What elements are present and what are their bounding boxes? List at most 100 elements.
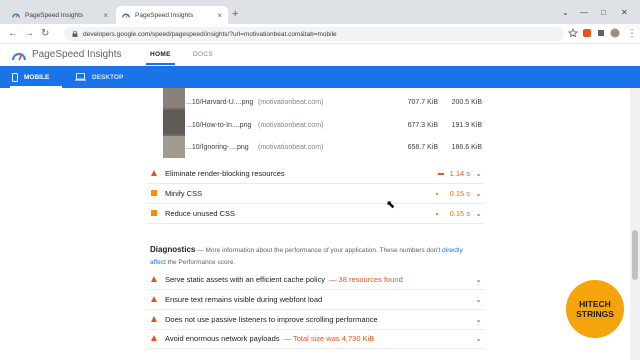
close-tab-icon[interactable]: × <box>217 11 222 20</box>
audit-detail: — 38 resources found <box>328 275 403 284</box>
audit-value: 0.15 s <box>449 209 470 218</box>
image-url: ...10/Harvard-U....png <box>186 98 254 106</box>
address-bar[interactable]: developers.google.com/speed/pagespeed/in… <box>64 27 564 41</box>
image-thumbnail <box>163 136 185 158</box>
chevron-down-icon[interactable]: ⌄ <box>475 169 482 178</box>
image-row: ...10/How-to-In....png (motivationbeat.c… <box>186 115 486 135</box>
audit-minify-css[interactable]: Minify CSS 0.15 s ⌄ <box>147 184 484 204</box>
logo-line-2: STRINGS <box>576 309 614 319</box>
image-row: ...10/Harvard-U....png (motivationbeat.c… <box>186 92 486 112</box>
back-icon[interactable]: ← <box>8 28 18 39</box>
average-square-icon <box>151 189 161 198</box>
fail-triangle-icon <box>151 295 161 304</box>
minimize-icon[interactable]: — <box>580 8 588 17</box>
audit-webfont[interactable]: Ensure text remains visible during webfo… <box>147 290 484 310</box>
audit-value: 1.14 s <box>449 169 470 178</box>
audit-label: Eliminate render-blocking resources <box>165 169 285 178</box>
fail-triangle-icon <box>151 315 161 324</box>
fail-triangle-icon <box>151 169 161 178</box>
new-tab-icon[interactable]: + <box>232 8 238 20</box>
tab-mobile-label: MOBILE <box>24 73 50 81</box>
audit-label: Does not use passive listeners to improv… <box>165 315 378 324</box>
browser-tab-strip: PageSpeed Insights × PageSpeed Insights … <box>0 0 640 24</box>
channel-logo: HITECH STRINGS <box>566 280 624 338</box>
image-thumbnail <box>163 88 185 108</box>
pagespeed-logo-icon <box>12 52 26 61</box>
audit-label: Minify CSS <box>165 189 203 198</box>
image-row: ...10/Ignoring-....png (motivationbeat.c… <box>186 137 486 157</box>
image-url: ...10/How-to-In....png <box>186 121 252 129</box>
puzzle-icon[interactable] <box>596 28 606 38</box>
forward-icon[interactable]: → <box>24 28 34 39</box>
fail-triangle-icon <box>151 334 161 343</box>
nav-home[interactable]: HOME <box>146 51 175 65</box>
diagnostics-desc-suffix: the Performance score. <box>165 259 236 266</box>
audit-network-payloads[interactable]: Avoid enormous network payloads — Total … <box>147 329 484 349</box>
tab-mobile[interactable]: MOBILE <box>10 66 62 88</box>
extension-icon[interactable] <box>582 28 592 38</box>
image-savings: 186.6 KiB <box>451 143 482 151</box>
audit-unused-css[interactable]: Reduce unused CSS 0.15 s ⌄ <box>147 204 484 224</box>
chevron-down-icon[interactable]: ⌄ <box>475 315 482 324</box>
audit-label: Reduce unused CSS <box>165 209 236 218</box>
image-savings: 191.9 KiB <box>451 121 482 129</box>
chevron-down-icon[interactable]: ⌄ <box>475 209 482 218</box>
image-size: 658.7 KiB <box>407 143 438 151</box>
chevron-down-icon[interactable]: ⌄ <box>475 334 482 343</box>
pagespeed-favicon-icon <box>122 13 130 18</box>
mouse-cursor-icon: ⬉ <box>386 199 396 211</box>
smartphone-icon <box>12 72 18 82</box>
audit-cache-policy[interactable]: Serve static assets with an efficient ca… <box>147 270 484 290</box>
pagespeed-favicon-icon <box>12 13 20 18</box>
average-square-icon <box>151 209 161 218</box>
audit-render-blocking[interactable]: Eliminate render-blocking resources 1.14… <box>147 164 484 184</box>
diagnostics-desc-prefix: — More information about the performance… <box>195 247 443 254</box>
star-icon[interactable] <box>568 28 578 38</box>
scrollbar[interactable] <box>630 88 640 360</box>
savings-bar <box>438 173 444 175</box>
device-tabs-bar: MOBILE DESKTOP <box>0 66 640 88</box>
audit-label: Avoid enormous network payloads <box>165 334 280 343</box>
savings-bar <box>436 213 438 215</box>
chevron-down-icon[interactable]: ⌄ <box>475 275 482 284</box>
audit-detail: — Total size was 4,730 KiB <box>283 334 375 343</box>
diagnostics-description: Diagnostics — More information about the… <box>150 244 480 269</box>
logo-line-1: HITECH <box>579 299 611 309</box>
lock-icon <box>72 31 78 37</box>
audit-label: Serve static assets with an efficient ca… <box>165 275 325 284</box>
menu-icon[interactable]: ⋮ <box>627 28 637 39</box>
audit-label: Ensure text remains visible during webfo… <box>165 295 323 304</box>
close-tab-icon[interactable]: × <box>103 11 108 20</box>
browser-tab-title: PageSpeed Insights <box>25 11 84 19</box>
savings-bar <box>436 193 438 195</box>
nav-docs[interactable]: DOCS <box>193 51 213 58</box>
chevron-down-icon[interactable]: ⌄ <box>475 189 482 198</box>
browser-toolbar: ← → ↻ developers.google.com/speed/pagesp… <box>0 24 640 44</box>
chevron-down-icon[interactable]: ⌄ <box>475 295 482 304</box>
tab-search-icon[interactable]: ⌄ <box>562 8 569 17</box>
maximize-icon[interactable]: □ <box>601 8 606 17</box>
reload-icon[interactable]: ↻ <box>41 28 49 39</box>
psi-header: PageSpeed Insights HOME DOCS <box>0 44 640 66</box>
audit-value: 0.15 s <box>449 189 470 198</box>
fail-triangle-icon <box>151 275 161 284</box>
image-thumbnail <box>163 110 185 134</box>
avatar-icon[interactable] <box>610 28 620 38</box>
close-window-icon[interactable]: ✕ <box>621 8 628 17</box>
image-thumbnails <box>163 88 185 158</box>
diagnostics-title: Diagnostics <box>150 245 196 254</box>
image-url: ...10/Ignoring-....png <box>186 143 249 151</box>
laptop-icon <box>75 73 86 81</box>
browser-tab-1[interactable]: PageSpeed Insights × <box>6 6 114 24</box>
tab-desktop[interactable]: DESKTOP <box>75 66 123 88</box>
page-title: PageSpeed Insights <box>32 49 122 60</box>
url-text: developers.google.com/speed/pagespeed/in… <box>83 30 337 38</box>
tab-desktop-label: DESKTOP <box>92 73 124 81</box>
browser-tab-2[interactable]: PageSpeed Insights × <box>116 6 228 24</box>
image-savings: 200.5 KiB <box>451 98 482 106</box>
audit-passive-listeners[interactable]: Does not use passive listeners to improv… <box>147 310 484 330</box>
image-size: 677.3 KiB <box>407 121 438 129</box>
browser-tab-title: PageSpeed Insights <box>135 11 194 19</box>
image-size: 707.7 KiB <box>407 98 438 106</box>
scrollbar-thumb[interactable] <box>632 230 638 280</box>
